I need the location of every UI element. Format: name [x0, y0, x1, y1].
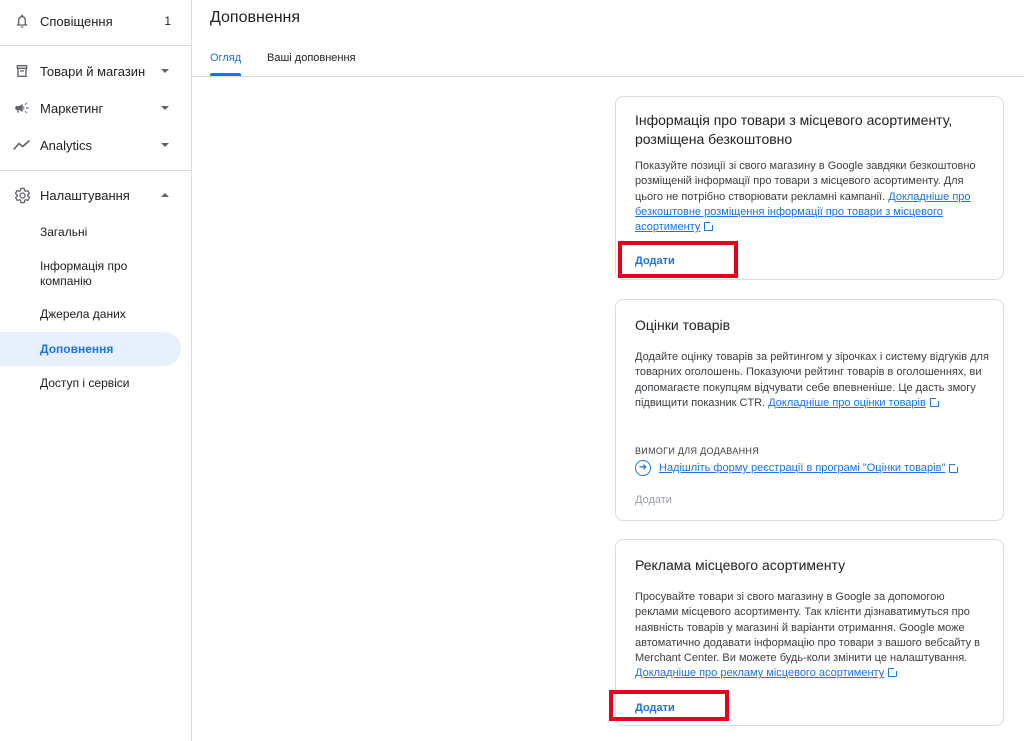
sidebar-item-label: Сповіщення — [40, 13, 113, 29]
arrow-right-circle-icon: ➜ — [635, 460, 651, 476]
divider — [0, 170, 191, 171]
sidebar-subitem-general[interactable]: Загальні — [0, 222, 181, 242]
external-link-icon — [949, 462, 960, 473]
highlight-box — [609, 690, 729, 721]
active-tab-indicator — [210, 73, 241, 76]
card-product-ratings: Оцінки товарів Додайте оцінку товарів за… — [615, 299, 1004, 521]
page-title: Доповнення — [210, 9, 301, 26]
sidebar-item-notifications[interactable]: Сповіщення 1 — [0, 3, 191, 39]
requirement-item: ➜ Надішліть форму реєстрації в програмі … — [635, 460, 960, 476]
card-title: Інформація про товари з місцевого асорти… — [635, 112, 953, 147]
tab-overview[interactable]: Огляд — [210, 52, 241, 64]
card-description: Додайте оцінку товарів за рейтингом у зі… — [635, 350, 990, 411]
chevron-down-icon — [161, 69, 169, 73]
sidebar-item-marketing[interactable]: Маркетинг — [0, 90, 191, 126]
sidebar-item-label: Маркетинг — [40, 100, 104, 116]
requirements-label: ВИМОГИ ДЛЯ ДОДАВАННЯ — [635, 446, 760, 456]
trend-line-icon — [12, 135, 32, 155]
megaphone-icon — [12, 98, 32, 118]
external-link-icon — [929, 396, 940, 407]
store-icon — [12, 61, 32, 81]
chevron-down-icon — [161, 143, 169, 147]
learn-more-link[interactable]: Докладніше про рекламу місцевого асортим… — [635, 667, 884, 679]
sidebar-item-analytics[interactable]: Analytics — [0, 127, 191, 163]
registration-form-link[interactable]: Надішліть форму реєстрації в програмі "О… — [659, 462, 945, 474]
sidebar-subitem-access-services[interactable]: Доступ і сервіси — [0, 373, 181, 393]
chevron-down-icon — [161, 106, 169, 110]
divider — [0, 45, 191, 46]
learn-more-link[interactable]: Докладніше про оцінки товарів — [768, 397, 926, 409]
card-title: Реклама місцевого асортименту — [635, 557, 846, 573]
external-link-icon — [704, 221, 715, 232]
tab-your-add-ons[interactable]: Ваші доповнення — [267, 52, 356, 64]
sidebar-item-label: Товари й магазин — [40, 63, 146, 79]
sidebar-item-label: Analytics — [40, 137, 93, 153]
sidebar-item-settings[interactable]: Налаштування — [0, 177, 191, 213]
sidebar-subitem-company-info[interactable]: Інформація про компанію — [0, 257, 150, 291]
card-description-text: Просувайте товари зі свого магазину в Go… — [635, 591, 981, 665]
external-link-icon — [888, 667, 899, 678]
chevron-up-icon — [161, 193, 169, 197]
card-description: Просувайте товари зі свого магазину в Go… — [635, 590, 990, 682]
gear-icon — [12, 185, 32, 205]
sidebar-item-label: Налаштування — [40, 187, 130, 203]
sidebar-item-products[interactable]: Товари й магазин — [0, 53, 191, 89]
notification-count: 1 — [164, 14, 171, 28]
sidebar: Сповіщення 1 Товари й магазин Маркетинг … — [0, 0, 192, 741]
card-description: Показуйте позиції зі свого магазину в Go… — [635, 159, 990, 235]
bell-icon — [12, 11, 32, 31]
sidebar-subitem-add-ons[interactable]: Доповнення — [0, 332, 181, 366]
sidebar-subitem-data-sources[interactable]: Джерела даних — [0, 304, 181, 324]
highlight-box — [618, 241, 738, 278]
add-button[interactable]: Додати — [635, 494, 672, 506]
card-title: Оцінки товарів — [635, 317, 731, 333]
